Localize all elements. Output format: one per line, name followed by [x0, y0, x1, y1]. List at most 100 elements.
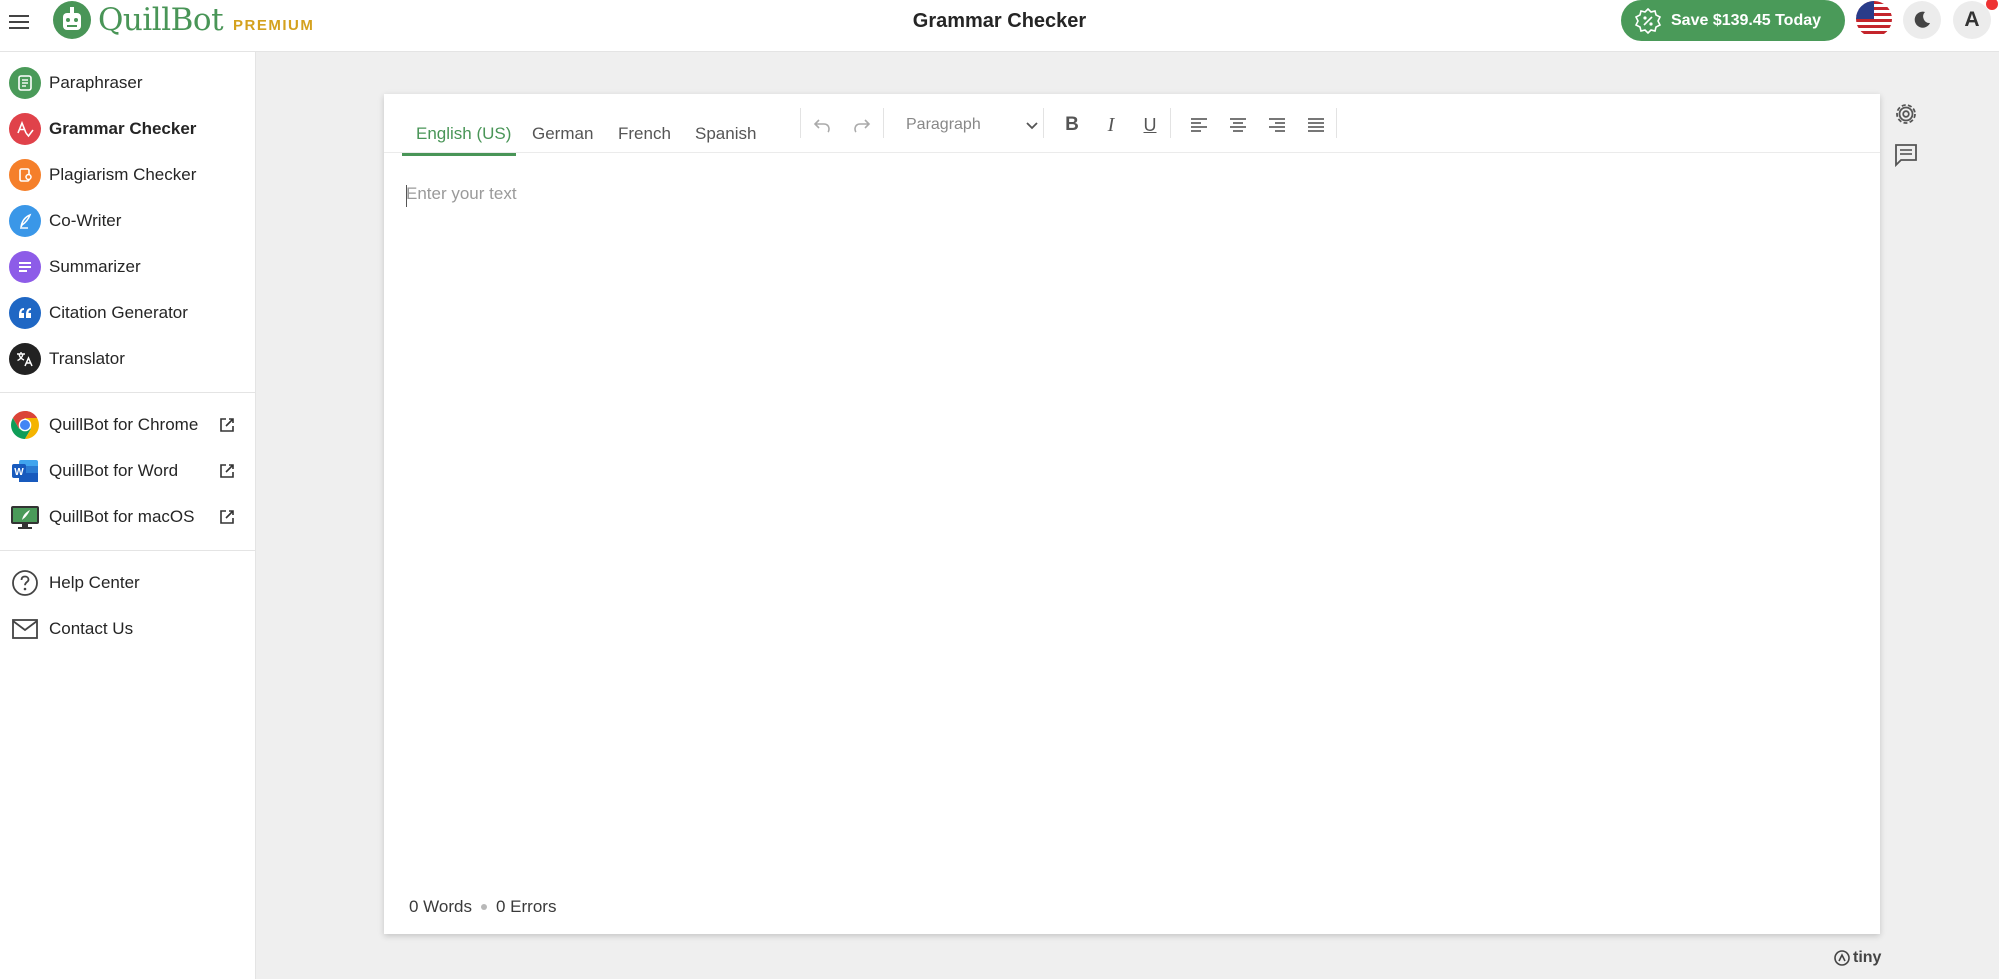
undo-icon [813, 119, 830, 133]
sidebar-item-citation-generator[interactable]: Citation Generator [0, 290, 255, 336]
quillbot-logo[interactable]: QuillBot PREMIUM [52, 0, 314, 40]
sidebar-item-label: Citation Generator [49, 303, 188, 322]
align-left-button[interactable] [1184, 110, 1214, 140]
moon-icon [1914, 11, 1930, 28]
dark-mode-toggle[interactable] [1903, 1, 1941, 39]
toolbar-divider [883, 108, 884, 138]
tab-french[interactable]: French [618, 124, 671, 144]
svg-text:W: W [14, 467, 24, 478]
toolbar-divider [1170, 108, 1171, 138]
translator-icon [9, 343, 41, 375]
error-count: 0 Errors [496, 897, 557, 916]
save-promo-label: Save $139.45 Today [1671, 11, 1822, 29]
citation-generator-icon [9, 297, 41, 329]
sidebar-item-label: Paraphraser [49, 73, 143, 92]
align-right-button[interactable] [1262, 110, 1292, 140]
chevron-down-icon [1026, 122, 1038, 130]
italic-button[interactable]: I [1096, 110, 1126, 140]
sidebar-item-macos-app[interactable]: QuillBot for macOS [0, 494, 255, 540]
sidebar-item-grammar-checker[interactable]: Grammar Checker [0, 106, 255, 152]
toolbar-divider [1043, 108, 1044, 138]
quillbot-logo-icon [53, 1, 91, 39]
tiny-branding-label: tiny [1853, 949, 1882, 966]
editor-toolbar: English (US) German French Spanish Parag… [384, 94, 1880, 156]
sidebar-item-contact-us[interactable]: Contact Us [0, 606, 255, 652]
tab-english-us[interactable]: English (US) [416, 124, 511, 144]
toolbar-divider [800, 108, 801, 138]
sidebar-item-co-writer[interactable]: Co-Writer [0, 198, 255, 244]
sidebar-divider [0, 392, 255, 393]
sidebar-item-translator[interactable]: Translator [0, 336, 255, 382]
external-link-icon [220, 510, 234, 524]
align-left-icon [1191, 118, 1207, 132]
sidebar-item-label: QuillBot for Word [49, 461, 179, 480]
sidebar-item-label: Help Center [49, 573, 140, 592]
block-format-select[interactable]: Paragraph [900, 110, 1040, 140]
comment-icon [1895, 144, 1917, 168]
bold-button[interactable]: B [1057, 110, 1087, 140]
sidebar-item-label: Grammar Checker [49, 119, 197, 138]
plagiarism-checker-icon [9, 159, 41, 191]
grammar-checker-icon [9, 113, 41, 145]
bold-icon: B [1065, 114, 1079, 135]
undo-button[interactable] [807, 110, 837, 140]
comments-button[interactable] [1893, 142, 1919, 168]
word-count: 0 Words [409, 897, 472, 916]
discount-badge-icon [1635, 7, 1661, 34]
settings-button[interactable] [1893, 101, 1919, 127]
sidebar-divider [0, 550, 255, 551]
avatar[interactable]: A [1953, 1, 1991, 39]
co-writer-icon [9, 205, 41, 237]
sidebar-item-label: QuillBot for Chrome [49, 415, 199, 434]
page-title: Grammar Checker [912, 10, 1087, 32]
avatar-initial: A [1964, 8, 1980, 31]
align-center-button[interactable] [1223, 110, 1253, 140]
sidebar-item-plagiarism-checker[interactable]: Plagiarism Checker [0, 152, 255, 198]
underline-icon: U [1143, 114, 1157, 135]
sidebar-item-label: Co-Writer [49, 211, 122, 230]
word-icon: W [9, 455, 41, 487]
summarizer-icon [9, 251, 41, 283]
redo-button[interactable] [847, 110, 877, 140]
sidebar: Paraphraser Grammar Checker Plagiarism C… [0, 52, 256, 979]
toolbar-divider [1336, 108, 1337, 138]
mail-icon [9, 613, 41, 645]
align-center-icon [1230, 118, 1246, 132]
sidebar-item-label: Contact Us [49, 619, 134, 638]
external-link-icon [220, 418, 234, 432]
brand-name: QuillBot [98, 2, 224, 38]
premium-badge: PREMIUM [233, 16, 315, 34]
align-justify-button[interactable] [1301, 110, 1331, 140]
gear-icon [1896, 104, 1916, 124]
stats-separator [481, 904, 487, 910]
sidebar-item-summarizer[interactable]: Summarizer [0, 244, 255, 290]
save-promo-button[interactable]: Save $139.45 Today [1621, 0, 1845, 41]
active-tab-underline [402, 153, 516, 156]
editor-stats: 0 Words 0 Errors [409, 897, 556, 917]
tab-german[interactable]: German [532, 124, 593, 144]
top-header: QuillBot PREMIUM Grammar Checker Save $1… [0, 0, 1999, 52]
tiny-logo-icon [1834, 950, 1850, 966]
editor-card: English (US) German French Spanish Parag… [384, 94, 1880, 934]
sidebar-item-help-center[interactable]: Help Center [0, 560, 255, 606]
block-format-value: Paragraph [906, 116, 981, 133]
sidebar-item-word-extension[interactable]: W QuillBot for Word [0, 448, 255, 494]
paraphraser-icon [9, 67, 41, 99]
redo-icon [854, 119, 871, 133]
chrome-icon [9, 409, 41, 441]
us-flag-icon[interactable] [1856, 1, 1892, 37]
help-icon [9, 567, 41, 599]
tiny-branding-link[interactable]: tiny [1834, 949, 1881, 967]
sidebar-item-label: QuillBot for macOS [49, 507, 195, 526]
italic-icon: I [1107, 113, 1115, 136]
underline-button[interactable]: U [1135, 110, 1165, 140]
macos-icon [9, 501, 41, 533]
align-right-icon [1269, 118, 1285, 132]
menu-icon[interactable] [6, 8, 34, 36]
sidebar-item-paraphraser[interactable]: Paraphraser [0, 60, 255, 106]
sidebar-item-label: Translator [49, 349, 125, 368]
sidebar-item-label: Summarizer [49, 257, 141, 276]
text-input[interactable] [406, 184, 1856, 784]
sidebar-item-chrome-extension[interactable]: QuillBot for Chrome [0, 402, 255, 448]
tab-spanish[interactable]: Spanish [695, 124, 756, 144]
